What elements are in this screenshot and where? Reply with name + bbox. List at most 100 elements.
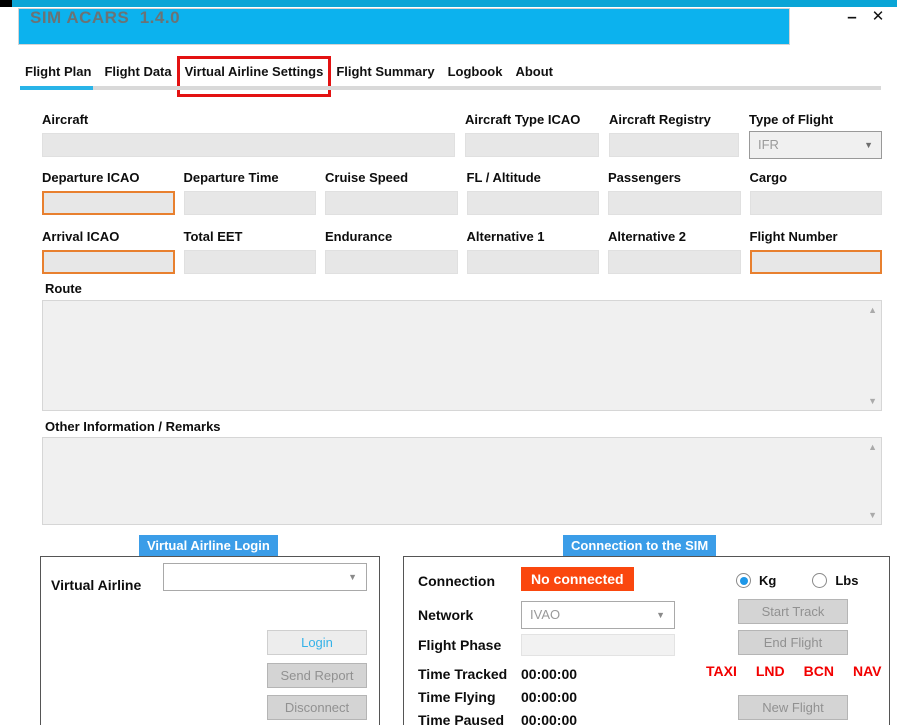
tab-flight-summary-label: Flight Summary bbox=[336, 64, 434, 79]
alternative-2-input[interactable] bbox=[608, 250, 741, 274]
tab-flight-data-label: Flight Data bbox=[104, 64, 171, 79]
tab-flight-plan[interactable]: Flight Plan bbox=[25, 64, 91, 79]
tab-flight-data[interactable]: Flight Data bbox=[104, 64, 171, 79]
login-button[interactable]: Login bbox=[267, 630, 367, 655]
lbs-radio[interactable] bbox=[812, 573, 827, 588]
time-tracked-value: 00:00:00 bbox=[521, 666, 577, 682]
other-remarks-textarea[interactable]: ▲ ▼ bbox=[42, 437, 882, 525]
tab-flight-plan-label: Flight Plan bbox=[25, 64, 91, 79]
network-value: IVAO bbox=[530, 607, 560, 622]
time-paused-value: 00:00:00 bbox=[521, 712, 577, 725]
cruise-speed-input[interactable] bbox=[325, 191, 458, 215]
scroll-down-icon[interactable]: ▼ bbox=[868, 510, 877, 520]
cargo-label: Cargo bbox=[750, 170, 883, 187]
total-eet-input[interactable] bbox=[184, 250, 317, 274]
alternative-1-label: Alternative 1 bbox=[467, 229, 600, 246]
close-button[interactable]: ✕ bbox=[866, 4, 890, 30]
chevron-down-icon: ▼ bbox=[656, 602, 665, 628]
radio-selected-dot bbox=[740, 577, 748, 585]
total-eet-label: Total EET bbox=[184, 229, 317, 246]
weight-unit-radio-group: Kg Lbs bbox=[736, 573, 858, 588]
disconnect-button[interactable]: Disconnect bbox=[267, 695, 367, 720]
virtual-airline-label: Virtual Airline bbox=[51, 577, 141, 593]
chevron-down-icon: ▼ bbox=[864, 132, 873, 158]
aircraft-type-icao-label: Aircraft Type ICAO bbox=[465, 112, 599, 129]
cargo-input[interactable] bbox=[750, 191, 883, 215]
tab-about-label: About bbox=[515, 64, 553, 79]
departure-icao-input[interactable] bbox=[42, 191, 175, 215]
tab-logbook[interactable]: Logbook bbox=[448, 64, 503, 79]
type-of-flight-value: IFR bbox=[758, 137, 779, 152]
tab-about[interactable]: About bbox=[515, 64, 553, 79]
sim-connection-header: Connection to the SIM bbox=[563, 535, 716, 556]
tab-logbook-label: Logbook bbox=[448, 64, 503, 79]
flag-bcn: BCN bbox=[804, 663, 834, 679]
chevron-down-icon: ▼ bbox=[348, 564, 357, 590]
flight-phase-label: Flight Phase bbox=[418, 637, 501, 653]
tab-underline-track bbox=[20, 86, 881, 90]
va-login-group: Virtual Airline ▼ Login Send Report Disc… bbox=[40, 556, 380, 725]
time-flying-label: Time Flying bbox=[418, 689, 496, 705]
alternative-1-input[interactable] bbox=[467, 250, 600, 274]
flight-number-label: Flight Number bbox=[750, 229, 883, 246]
virtual-airline-select[interactable]: ▼ bbox=[163, 563, 367, 591]
start-track-button[interactable]: Start Track bbox=[738, 599, 848, 624]
time-paused-label: Time Paused bbox=[418, 712, 504, 725]
flight-phase-input[interactable] bbox=[521, 634, 675, 656]
endurance-input[interactable] bbox=[325, 250, 458, 274]
passengers-input[interactable] bbox=[608, 191, 741, 215]
departure-time-label: Departure Time bbox=[184, 170, 317, 187]
departure-time-input[interactable] bbox=[184, 191, 317, 215]
network-select[interactable]: IVAO ▼ bbox=[521, 601, 675, 629]
tab-flight-summary[interactable]: Flight Summary bbox=[336, 64, 434, 79]
flag-lnd: LND bbox=[756, 663, 785, 679]
flag-taxi: TAXI bbox=[706, 663, 737, 679]
fl-altitude-input[interactable] bbox=[467, 191, 600, 215]
minimize-button[interactable]: – bbox=[840, 4, 864, 30]
time-flying-value: 00:00:00 bbox=[521, 689, 577, 705]
window-title: SIM ACARS 1.4.0 bbox=[30, 8, 180, 28]
app-window: SIM ACARS 1.4.0 – ✕ Flight Plan Flight D… bbox=[0, 0, 897, 725]
aircraft-type-icao-input[interactable] bbox=[465, 133, 599, 157]
new-flight-button[interactable]: New Flight bbox=[738, 695, 848, 720]
lbs-radio-label: Lbs bbox=[835, 573, 858, 588]
departure-icao-label: Departure ICAO bbox=[42, 170, 175, 187]
minimize-icon: – bbox=[847, 7, 856, 26]
active-tab-underline bbox=[20, 86, 93, 90]
fl-altitude-label: FL / Altitude bbox=[467, 170, 600, 187]
cruise-speed-label: Cruise Speed bbox=[325, 170, 458, 187]
status-flags: TAXI LND BCN NAV bbox=[706, 663, 882, 679]
alternative-2-label: Alternative 2 bbox=[608, 229, 741, 246]
aircraft-registry-label: Aircraft Registry bbox=[609, 112, 739, 129]
arrival-icao-input[interactable] bbox=[42, 250, 175, 274]
form-row-3: Arrival ICAO Total EET Endurance Alterna… bbox=[42, 229, 882, 274]
scroll-up-icon[interactable]: ▲ bbox=[868, 442, 877, 452]
end-flight-button[interactable]: End Flight bbox=[738, 630, 848, 655]
send-report-button[interactable]: Send Report bbox=[267, 663, 367, 688]
connection-label: Connection bbox=[418, 573, 495, 589]
time-tracked-label: Time Tracked bbox=[418, 666, 507, 682]
window-top-strip bbox=[0, 0, 897, 7]
passengers-label: Passengers bbox=[608, 170, 741, 187]
type-of-flight-select[interactable]: IFR ▼ bbox=[749, 131, 882, 159]
aircraft-input[interactable] bbox=[42, 133, 455, 157]
tab-virtual-airline-settings-label: Virtual Airline Settings bbox=[185, 64, 324, 79]
scroll-up-icon[interactable]: ▲ bbox=[868, 305, 877, 315]
aircraft-label: Aircraft bbox=[42, 112, 455, 129]
sim-connection-group: Connection No connected Network IVAO ▼ F… bbox=[403, 556, 890, 725]
form-row-2: Departure ICAO Departure Time Cruise Spe… bbox=[42, 170, 882, 215]
aircraft-registry-input[interactable] bbox=[609, 133, 739, 157]
connection-status-badge: No connected bbox=[521, 567, 634, 591]
kg-radio[interactable] bbox=[736, 573, 751, 588]
flag-nav: NAV bbox=[853, 663, 882, 679]
tab-virtual-airline-settings[interactable]: Virtual Airline Settings bbox=[185, 64, 324, 79]
scroll-down-icon[interactable]: ▼ bbox=[868, 396, 877, 406]
kg-radio-label: Kg bbox=[759, 573, 776, 588]
type-of-flight-label: Type of Flight bbox=[749, 112, 882, 129]
other-remarks-label: Other Information / Remarks bbox=[45, 419, 221, 434]
close-icon: ✕ bbox=[872, 8, 885, 25]
tab-bar: Flight Plan Flight Data Virtual Airline … bbox=[25, 64, 553, 79]
flight-number-input[interactable] bbox=[750, 250, 883, 274]
network-label: Network bbox=[418, 607, 473, 623]
route-textarea[interactable]: ▲ ▼ bbox=[42, 300, 882, 411]
